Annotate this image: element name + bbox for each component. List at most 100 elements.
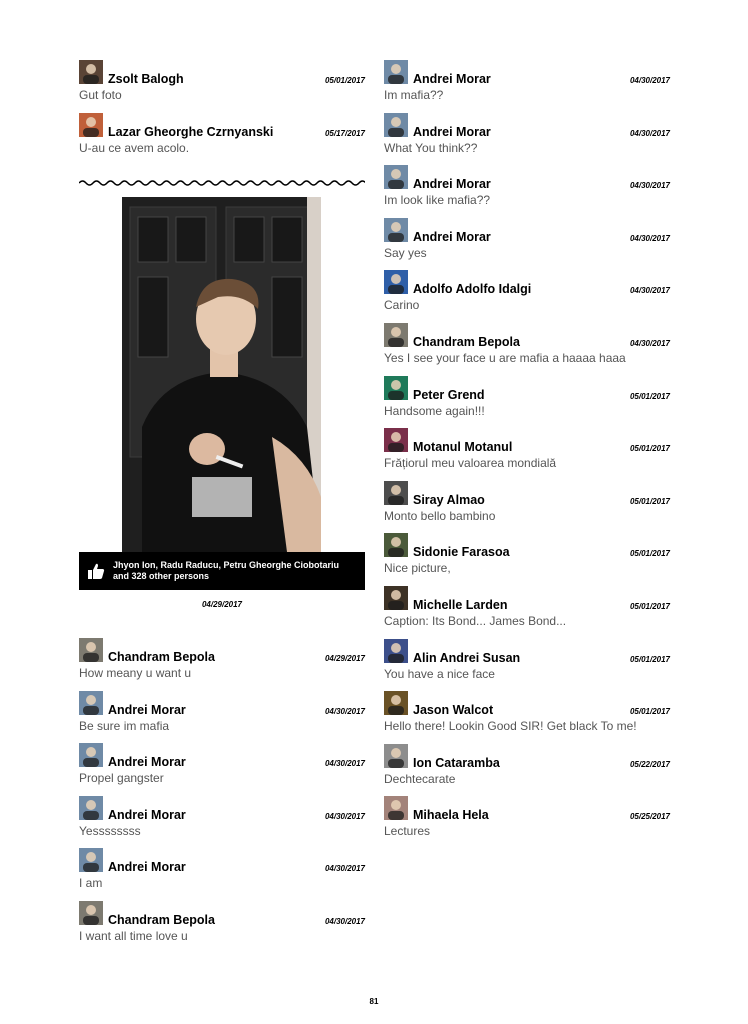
likes-bar: Jhyon Ion, Radu Raducu, Petru Gheorghe C… [79,552,365,590]
avatar [79,901,103,925]
comment-author: Zsolt Balogh [108,72,184,86]
avatar [384,691,408,716]
comment-author: Michelle Larden [413,598,508,612]
comment-author: Lazar Gheorghe Czrnyanski [108,125,274,139]
comment: Jason Walcot 05/01/2017 Hello there! Looki… [384,691,670,735]
comment: Siray Almao 05/01/2017 Monto bello bambino [384,480,670,525]
comment-author: Jason Walcot [413,703,494,718]
comment: Mihaela Hela 05/25/2017 Lectures [384,796,670,840]
likes-text: Jhyon Ion, Radu Raducu, Petru Gheorghe C… [113,560,340,581]
comment: Andrei Morar 04/30/2017 What You think?? [384,112,670,157]
comment-text: I am [79,876,103,891]
comment-text: Handsome again!!! [384,403,485,418]
comment-date: 04/30/2017 [629,76,670,85]
comment-text: Caption: Its Bond... James Bond... [384,614,567,628]
comment-text: How meany u want u [79,666,192,680]
comment-date: 05/25/2017 [629,812,670,822]
avatar [384,165,408,190]
comment-text: Im mafia?? [384,88,444,102]
comment: Peter Grend 05/01/2017 Handsome again!!! [384,375,670,420]
comment: Alin Andrei Susan 05/01/2017 You have a ni… [384,638,670,683]
comment-date: 05/01/2017 [324,76,365,85]
wavy-divider [79,180,365,186]
comment-author: Motanul Motanul [413,440,513,455]
comment: Chandram Bepola 04/29/2017 How meany u wan… [79,638,365,682]
comment: Motanul Motanul 05/01/2017 Frățiorul meu v… [384,428,670,472]
avatar [384,428,408,453]
comment-text: U-au ce avem acolo. [79,141,190,155]
avatar [79,848,103,873]
comment-author: Siray Almao [413,492,485,507]
comment-date: 04/30/2017 [629,339,670,348]
avatar [384,323,408,347]
comment: Andrei Morar 04/30/2017 Propel gangster [79,743,365,787]
avatar [384,480,408,505]
comment: Andrei Morar 04/30/2017 I am [79,848,365,892]
comment-author: Andrei Morar [413,177,491,192]
comment-text: Be sure im mafia [79,718,170,733]
comment: Lazar Gheorghe Czrnyanski 05/17/2017 U-a… [79,113,365,157]
comment: Andrei Morar 04/30/2017 Im look like mafia… [384,165,670,209]
page-number: 81 [369,997,379,1006]
post-photo [122,197,321,552]
avatar [79,113,103,137]
comment-text: Carino [384,298,420,313]
comment-date: 04/30/2017 [629,286,670,296]
comment: Ion Cataramba 05/22/2017 Dechtecarate [384,743,670,788]
comment: Chandram Bepola 04/30/2017 I want all time… [79,901,365,945]
comment-author: Adolfo Adolfo Idalgi [413,282,532,297]
comment-author: Andrei Morar [108,755,186,770]
comment-date: 04/30/2017 [324,759,365,769]
avatar [384,533,408,558]
avatar [384,217,408,242]
comment-author: Peter Grend [413,387,485,402]
comment-date: 05/01/2017 [629,496,670,506]
avatar [79,743,103,768]
comment-author: Andrei Morar [413,229,491,244]
comment-text: Propel gangster [79,771,164,786]
comment-date: 04/30/2017 [324,917,365,926]
comment-date: 05/17/2017 [324,129,365,138]
comment-text: Hello there! Lookin Good SIR! Get black … [384,719,637,734]
avatar [384,375,408,400]
comment-date: 04/30/2017 [629,181,670,191]
avatar [384,586,408,610]
comment-text: Monto bello bambino [384,508,496,523]
comment-text: Lectures [384,824,431,839]
comment-date: 05/22/2017 [629,759,670,769]
comment: Andrei Morar 04/30/2017 Say yes [384,217,670,262]
thumbs-up-icon [88,563,105,579]
post-date: 04/29/2017 [201,600,243,609]
avatar [79,690,103,715]
avatar [384,60,408,84]
comment-date: 04/29/2017 [324,654,365,663]
comment: Sidonie Farasoa 05/01/2017 Nice picture, [384,533,670,577]
comment-author: Chandram Bepola [108,650,215,664]
comment-author: Chandram Bepola [413,335,520,349]
comment-author: Sidonie Farasoa [413,545,510,560]
comment-date: 05/01/2017 [629,391,670,401]
avatar [384,270,408,295]
avatar [384,796,408,821]
avatar [384,638,408,663]
comment-date: 04/30/2017 [324,706,365,716]
comment-author: Ion Cataramba [413,755,500,770]
avatar [79,60,103,84]
comment: Adolfo Adolfo Idalgi 04/30/2017 Carino [384,270,670,314]
comment: Andrei Morar 04/30/2017 Im mafia?? [384,60,670,104]
comment-author: Andrei Morar [108,860,186,875]
comment-date: 05/01/2017 [629,654,670,664]
comment-text: You have a nice face [384,666,495,681]
avatar [79,638,103,662]
comment-date: 05/01/2017 [629,707,670,717]
comment-date: 04/30/2017 [324,811,365,821]
comment-text: I want all time love u [79,929,188,943]
comment-text: Im look like mafia?? [384,193,491,208]
comment: Chandram Bepola 04/30/2017 Yes I see your … [384,323,670,367]
comment: Andrei Morar 04/30/2017 Be sure im mafia [79,690,365,735]
comment-text: What You think?? [384,140,478,155]
comment-text: Gut foto [79,88,122,102]
comment-author: Alin Andrei Susan [413,650,521,665]
comment-text: Say yes [384,245,427,260]
comment-text: Dechtecarate [384,771,456,786]
